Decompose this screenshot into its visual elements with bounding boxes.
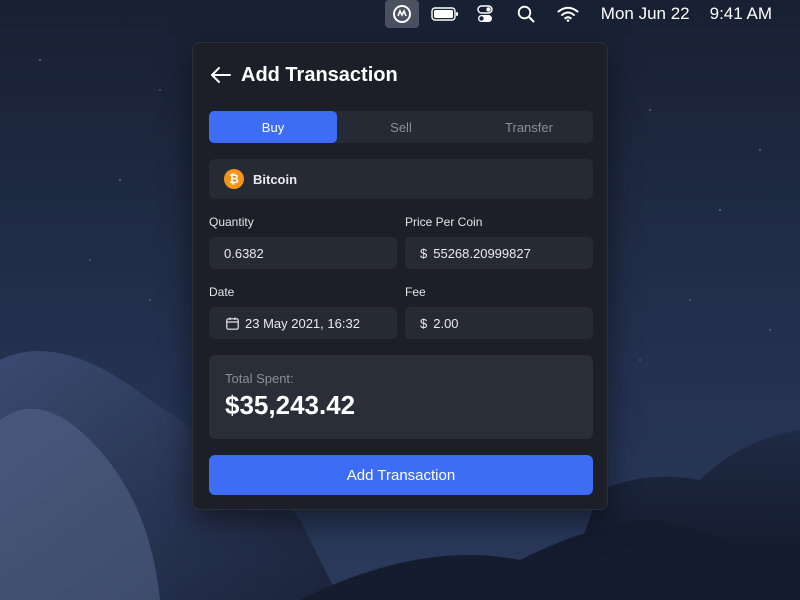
coin-selector[interactable]: ₿ Bitcoin bbox=[209, 159, 593, 199]
spotlight-search-icon[interactable] bbox=[517, 0, 535, 28]
menu-bar: Mon Jun 22 9:41 AM bbox=[0, 0, 800, 28]
fee-label: Fee bbox=[405, 285, 426, 299]
coinmarketcap-menubar-icon[interactable] bbox=[384, 0, 419, 28]
control-center-icon[interactable] bbox=[477, 0, 493, 28]
back-arrow-icon[interactable] bbox=[209, 63, 233, 87]
add-transaction-button[interactable]: Add Transaction bbox=[209, 455, 593, 495]
menubar-time[interactable]: 9:41 AM bbox=[710, 0, 772, 28]
price-per-coin-value: 55268.20999827 bbox=[433, 245, 531, 261]
price-per-coin-label: Price Per Coin bbox=[405, 215, 483, 229]
coinmarketcap-icon bbox=[392, 5, 411, 23]
bitcoin-icon: ₿ bbox=[224, 169, 244, 189]
price-currency-prefix: $ bbox=[420, 245, 428, 261]
tab-buy[interactable]: Buy bbox=[209, 111, 337, 143]
price-per-coin-input[interactable]: $ 55268.20999827 bbox=[405, 237, 593, 269]
transaction-type-tabs: Buy Sell Transfer bbox=[209, 111, 593, 143]
total-spent-box: Total Spent: $35,243.42 bbox=[209, 355, 593, 439]
coin-name: Bitcoin bbox=[253, 171, 298, 187]
panel-title: Add Transaction bbox=[241, 63, 398, 86]
menubar-date[interactable]: Mon Jun 22 bbox=[601, 0, 690, 28]
tab-sell[interactable]: Sell bbox=[337, 111, 465, 143]
calendar-icon bbox=[226, 317, 239, 330]
quantity-value: 0.6382 bbox=[224, 245, 264, 261]
total-spent-value: $35,243.42 bbox=[225, 390, 356, 420]
date-value: 23 May 2021, 16:32 bbox=[245, 315, 360, 331]
quantity-input[interactable]: 0.6382 bbox=[209, 237, 397, 269]
battery-icon[interactable] bbox=[431, 0, 459, 28]
fee-value: 2.00 bbox=[433, 315, 459, 331]
total-spent-label: Total Spent: bbox=[225, 371, 294, 386]
fee-currency-prefix: $ bbox=[420, 315, 428, 331]
fee-input[interactable]: $ 2.00 bbox=[405, 307, 593, 339]
wifi-icon[interactable] bbox=[557, 0, 579, 28]
tab-transfer[interactable]: Transfer bbox=[465, 111, 593, 143]
date-label: Date bbox=[209, 285, 235, 299]
quantity-label: Quantity bbox=[209, 215, 254, 229]
add-transaction-panel: Add Transaction Buy Sell Transfer ₿ Bitc… bbox=[192, 42, 608, 510]
date-picker[interactable]: 23 May 2021, 16:32 bbox=[209, 307, 397, 339]
panel-header: Add Transaction bbox=[209, 63, 398, 87]
